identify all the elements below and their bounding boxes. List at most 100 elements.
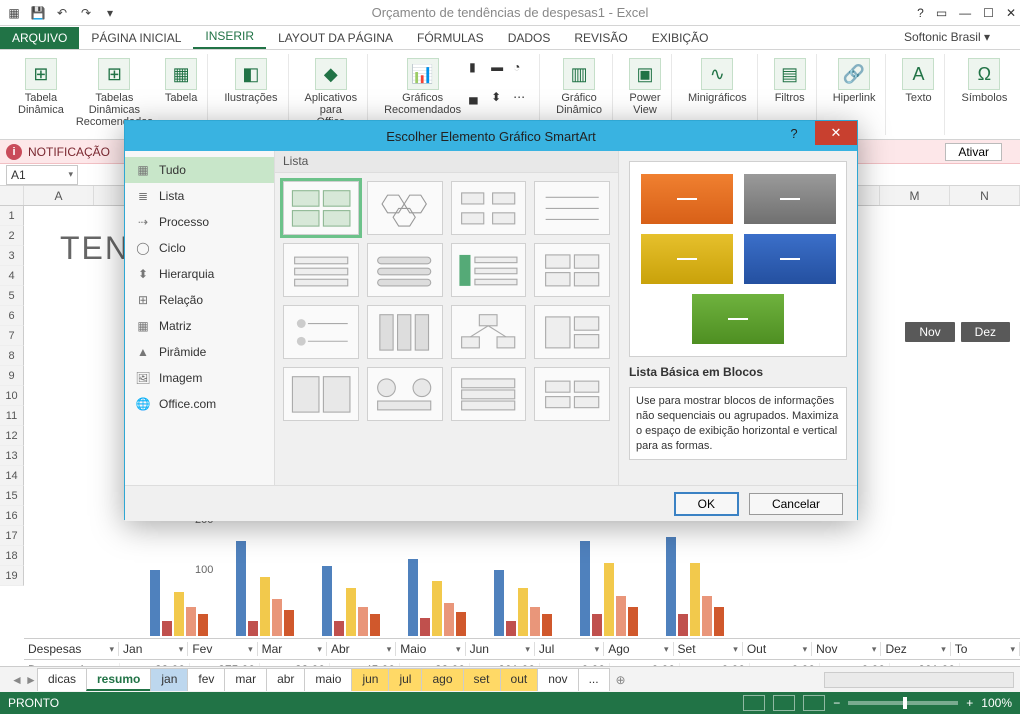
layout-thumbnail[interactable] [367, 243, 443, 297]
layout-thumbnail[interactable] [534, 305, 610, 359]
name-box[interactable]: A1▾ [6, 165, 78, 185]
sheet-tab-mar[interactable]: mar [224, 668, 267, 691]
power-view-button[interactable]: ▣Power View [625, 56, 665, 118]
sheet-tab-ago[interactable]: ago [421, 668, 463, 691]
chart-type-grid[interactable]: ▮▬◔▄⬍⋯ [469, 56, 533, 118]
tab-insert[interactable]: INSERIR [193, 25, 266, 49]
layout-thumbnail[interactable] [534, 243, 610, 297]
category-pirâmide[interactable]: ▲Pirâmide [125, 339, 274, 365]
ribbon-toggle-icon[interactable]: ▭ [936, 6, 947, 20]
zoom-slider[interactable] [848, 701, 958, 705]
view-break-button[interactable] [803, 695, 825, 711]
new-sheet-button[interactable]: ⊕ [610, 673, 632, 687]
layout-thumbnail[interactable] [367, 305, 443, 359]
tab-review[interactable]: REVISÃO [562, 27, 639, 49]
recommended-pivot-button[interactable]: ⊞Tabelas Dinâmicas Recomendadas [72, 56, 157, 130]
sheet-tab-...[interactable]: ... [578, 668, 610, 691]
text-button[interactable]: ATexto [898, 56, 938, 106]
cancel-button[interactable]: Cancelar [749, 493, 843, 515]
preview-block [744, 234, 836, 284]
sheet-tab-nov[interactable]: nov [537, 668, 578, 691]
zoom-out-button[interactable]: − [833, 696, 840, 710]
layout-preview [629, 161, 847, 357]
help-icon[interactable]: ? [917, 6, 924, 20]
layout-thumbnail[interactable] [283, 243, 359, 297]
undo-icon[interactable]: ↶ [54, 5, 70, 21]
sparklines-button[interactable]: ∿Minigráficos [684, 56, 751, 106]
activate-button[interactable]: Ativar [945, 143, 1002, 161]
category-relação[interactable]: ⊞Relação [125, 287, 274, 313]
category-icon: ▲ [135, 344, 151, 360]
dialog-close-button[interactable]: ✕ [815, 121, 857, 145]
category-lista[interactable]: ≣Lista [125, 183, 274, 209]
sheet-tab-maio[interactable]: maio [304, 668, 352, 691]
sheet-tab-jul[interactable]: jul [388, 668, 422, 691]
zoom-in-button[interactable]: + [966, 696, 973, 710]
layout-thumbnail[interactable] [283, 367, 359, 421]
horizontal-scrollbar[interactable] [824, 672, 1014, 688]
layout-thumbnail[interactable] [534, 367, 610, 421]
sheet-tab-jun[interactable]: jun [351, 668, 389, 691]
table-button[interactable]: ▦Tabela [161, 56, 201, 130]
preview-title: Lista Básica em Blocos [629, 365, 847, 379]
category-icon: ◯ [135, 240, 151, 256]
tab-view[interactable]: EXIBIÇÃO [640, 27, 721, 49]
sheet-tab-jan[interactable]: jan [150, 668, 188, 691]
tab-home[interactable]: PÁGINA INICIAL [79, 27, 193, 49]
close-icon[interactable]: ✕ [1006, 6, 1016, 20]
recommended-charts-button[interactable]: 📊Gráficos Recomendados [380, 56, 465, 118]
status-ready: PRONTO [8, 696, 59, 710]
symbols-button[interactable]: ΩSímbolos [957, 56, 1011, 106]
qat-customize-icon[interactable]: ▾ [102, 5, 118, 21]
pivot-chart-button[interactable]: ▥Gráfico Dinâmico [552, 56, 606, 118]
tab-formulas[interactable]: FÓRMULAS [405, 27, 496, 49]
sheet-tab-out[interactable]: out [500, 668, 539, 691]
category-tudo[interactable]: ▦Tudo [125, 157, 274, 183]
category-hierarquia[interactable]: ⬍Hierarquia [125, 261, 274, 287]
view-normal-button[interactable] [743, 695, 765, 711]
layout-thumbnail[interactable] [534, 181, 610, 235]
sheet-tab-set[interactable]: set [463, 668, 501, 691]
sheet-tab-bar: ◄ ► dicasresumojanfevmarabrmaiojunjulago… [0, 666, 1020, 692]
category-ciclo[interactable]: ◯Ciclo [125, 235, 274, 261]
category-imagem[interactable]: 🖼Imagem [125, 365, 274, 391]
category-processo[interactable]: ⇢Processo [125, 209, 274, 235]
sheet-nav-next[interactable]: ► [24, 673, 38, 687]
redo-icon[interactable]: ↷ [78, 5, 94, 21]
ok-button[interactable]: OK [674, 492, 739, 516]
ribbon-tabs: ARQUIVO PÁGINA INICIAL INSERIR LAYOUT DA… [0, 26, 1020, 50]
tab-data[interactable]: DADOS [496, 27, 563, 49]
layout-thumbnail[interactable] [451, 181, 527, 235]
tab-file[interactable]: ARQUIVO [0, 27, 79, 49]
layout-thumbnail[interactable] [283, 305, 359, 359]
document-title: Orçamento de tendências de despesas1 - E… [372, 5, 649, 20]
pivot-table-button[interactable]: ⊞Tabela Dinâmica [14, 56, 68, 130]
sheet-tab-resumo[interactable]: resumo [86, 668, 151, 691]
minimize-icon[interactable]: — [959, 6, 971, 20]
tab-layout[interactable]: LAYOUT DA PÁGINA [266, 27, 405, 49]
layout-thumbnail[interactable] [367, 181, 443, 235]
sheet-tab-abr[interactable]: abr [266, 668, 305, 691]
illustrations-button[interactable]: ◧Ilustrações [220, 56, 281, 106]
account-label[interactable]: Softonic Brasil ▾ [904, 30, 990, 44]
save-icon[interactable]: 💾 [30, 5, 46, 21]
layout-thumbnail[interactable] [451, 367, 527, 421]
apps-button[interactable]: ◆Aplicativos para Office [301, 56, 362, 130]
layout-thumbnail[interactable] [367, 367, 443, 421]
sheet-tab-dicas[interactable]: dicas [37, 668, 87, 691]
dialog-help-button[interactable]: ? [773, 121, 815, 145]
maximize-icon[interactable]: ☐ [983, 6, 994, 20]
filters-button[interactable]: ▤Filtros [770, 56, 810, 106]
sheet-tab-fev[interactable]: fev [187, 668, 225, 691]
layout-thumbnail[interactable] [451, 243, 527, 297]
expense-header-row[interactable]: Despesas▾Jan▾Fev▾Mar▾Abr▾Maio▾Jun▾Jul▾Ag… [24, 638, 1020, 660]
sheet-nav-prev[interactable]: ◄ [10, 673, 24, 687]
layout-thumbnail[interactable] [283, 181, 359, 235]
dialog-title-bar[interactable]: Escolher Elemento Gráfico SmartArt ? ✕ [125, 121, 857, 151]
row-headers[interactable]: 12345678910111213141516171819 [0, 206, 24, 586]
category-matriz[interactable]: ▦Matriz [125, 313, 274, 339]
layout-thumbnail[interactable] [451, 305, 527, 359]
view-layout-button[interactable] [773, 695, 795, 711]
category-office-com[interactable]: 🌐Office.com [125, 391, 274, 417]
hyperlink-button[interactable]: 🔗Hiperlink [829, 56, 880, 106]
